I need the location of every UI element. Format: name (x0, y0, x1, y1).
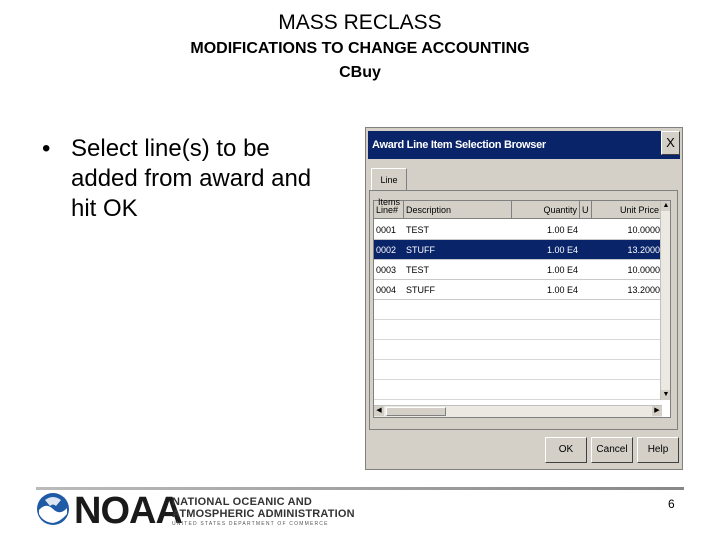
bullet-dot-icon: • (42, 135, 51, 162)
org-name-line-1: NATIONAL OCEANIC AND (172, 496, 313, 508)
cell-line: 0002 (376, 245, 397, 255)
cell-quantity: 1.00 E4 (546, 265, 578, 275)
cell-description: STUFF (406, 285, 435, 295)
scroll-right-icon[interactable]: ▶ (652, 406, 662, 416)
table-row[interactable]: 0003 TEST 1.00 E4 10.0000 (374, 260, 662, 280)
cell-unit-price: 10.0000 (627, 225, 660, 235)
column-header-description[interactable]: Description (404, 201, 512, 219)
org-name-line-3: UNITED STATES DEPARTMENT OF COMMERCE (172, 521, 329, 527)
empty-row (374, 360, 662, 380)
horizontal-scrollbar[interactable]: ◀ ▶ (374, 405, 662, 417)
cell-unit (580, 260, 592, 279)
line-items-grid: Line# Description Quantity U Unit Price … (373, 200, 671, 418)
cell-unit (580, 280, 592, 299)
cell-quantity: 1.00 E4 (546, 245, 578, 255)
close-button[interactable]: X (661, 131, 680, 155)
slide-title: MASS RECLASS (278, 11, 442, 34)
page-number: 6 (668, 497, 675, 511)
org-name-line-2: ATMOSPHERIC ADMINISTRATION (172, 508, 355, 520)
scroll-left-icon[interactable]: ◀ (374, 406, 384, 416)
horizontal-scroll-thumb[interactable] (386, 407, 446, 416)
tab-line-items[interactable]: Line Items (371, 168, 407, 207)
cell-quantity: 1.00 E4 (546, 285, 578, 295)
noaa-logo-text: NOAA (74, 490, 183, 532)
grid-header: Line# Description Quantity U Unit Price (374, 201, 662, 219)
noaa-emblem-icon (37, 493, 69, 525)
table-row[interactable]: 0004 STUFF 1.00 E4 13.2000 (374, 280, 662, 300)
scroll-down-icon[interactable]: ▼ (661, 390, 670, 400)
table-row-selected[interactable]: 0002 STUFF 1.00 E4 13.2000 (374, 240, 662, 260)
cell-line: 0004 (376, 285, 397, 295)
empty-row (374, 380, 662, 400)
empty-row (374, 320, 662, 340)
cell-unit-price: 13.2000 (627, 245, 660, 255)
cell-line: 0001 (376, 225, 397, 235)
cell-description: STUFF (406, 245, 435, 255)
empty-row (374, 340, 662, 360)
cell-unit-price: 13.2000 (627, 285, 660, 295)
cell-unit-price: 10.0000 (627, 265, 660, 275)
column-header-unit-price[interactable]: Unit Price (592, 201, 662, 219)
cell-quantity: 1.00 E4 (546, 225, 578, 235)
scroll-up-icon[interactable]: ▲ (661, 201, 670, 211)
cell-unit (580, 240, 592, 259)
vertical-scrollbar[interactable]: ▲ ▼ (660, 201, 670, 400)
award-line-item-dialog: Award Line Item Selection Browser X Line… (365, 127, 683, 470)
ok-button[interactable]: OK (545, 437, 587, 463)
bullet-text: Select line(s) to be added from award an… (71, 135, 312, 222)
cell-unit (580, 220, 592, 239)
empty-row (374, 300, 662, 320)
slide-subtitle: MODIFICATIONS TO CHANGE ACCOUNTING (190, 40, 530, 57)
help-button[interactable]: Help (637, 437, 679, 463)
cell-line: 0003 (376, 265, 397, 275)
cell-description: TEST (406, 265, 430, 275)
cancel-button[interactable]: Cancel (591, 437, 633, 463)
slide-subtitle-2: CBuy (339, 64, 381, 81)
dialog-titlebar[interactable]: Award Line Item Selection Browser (368, 131, 680, 159)
table-row[interactable]: 0001 TEST 1.00 E4 10.0000 (374, 220, 662, 240)
cell-description: TEST (406, 225, 430, 235)
column-header-quantity[interactable]: Quantity (512, 201, 580, 219)
column-header-unit[interactable]: U (580, 201, 592, 219)
